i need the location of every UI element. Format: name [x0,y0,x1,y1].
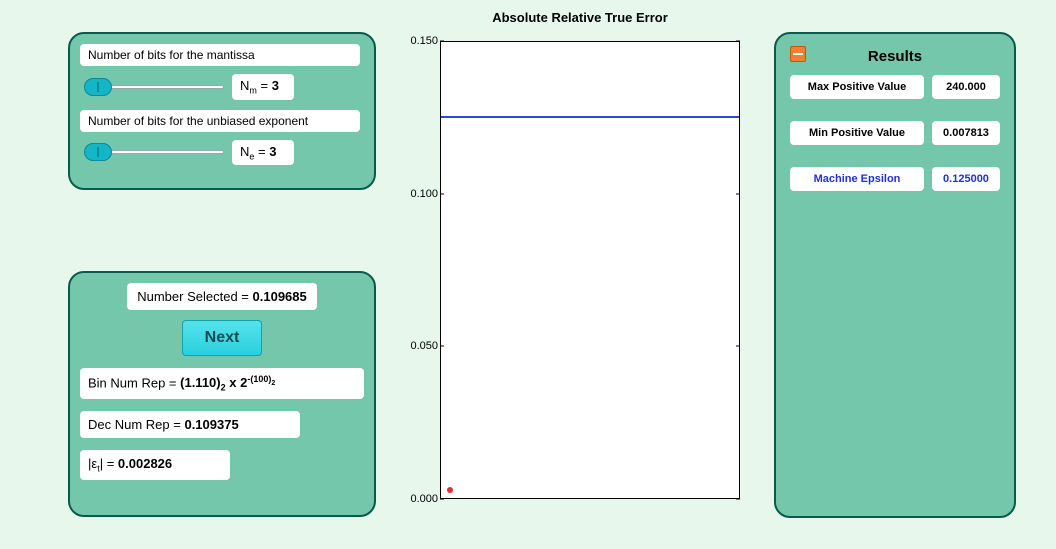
number-selected-value: 0.109685 [253,289,307,304]
y-tick-label: 0.050 [400,340,438,352]
y-tick-label: 0.150 [400,35,438,47]
dec-rep-box: Dec Num Rep = 0.109375 [80,411,300,438]
bin-rep-box: Bin Num Rep = (1.110)2 x 2-(100)2 [80,368,364,399]
mantissa-slider-row: Nm = 3 [80,74,364,100]
min-pos-row: Min Positive Value 0.007813 [786,121,1004,145]
representation-panel: Number Selected = 0.109685 Next Bin Num … [68,271,376,517]
exponent-value-box: Ne = 3 [232,140,294,166]
exponent-slider-thumb[interactable] [84,143,112,161]
epsilon-value: 0.002826 [118,456,172,471]
max-pos-row: Max Positive Value 240.000 [786,75,1004,99]
bin-rep-label: Bin Num Rep = [88,375,177,390]
results-title: Results [868,48,922,65]
mach-eps-label: Machine Epsilon [790,167,924,191]
number-selected-label: Number Selected = [137,289,249,304]
exponent-slider-row: Ne = 3 [80,140,364,166]
dec-rep-value: 0.109375 [184,417,238,432]
y-tick-label: 0.000 [400,493,438,505]
y-tick-label: 0.100 [400,188,438,200]
epsilon-label: |εt| = [88,456,118,471]
max-pos-value: 240.000 [932,75,1000,99]
chart-body: 0.000 0.050 0.100 0.150 [400,29,760,519]
number-selected-box: Number Selected = 0.109685 [127,283,317,310]
max-pos-label: Max Positive Value [790,75,924,99]
min-pos-label: Min Positive Value [790,121,924,145]
parameters-panel: Number of bits for the mantissa Nm = 3 N… [68,32,376,190]
error-point [447,487,453,493]
mantissa-slider[interactable] [84,80,224,94]
min-pos-value: 0.007813 [932,121,1000,145]
chart-area: Absolute Relative True Error 0.0000.0500… [400,10,760,530]
bin-rep-value: (1.110)2 x 2-(100)2 [180,375,275,390]
dec-rep-label: Dec Num Rep = [88,417,181,432]
results-panel: Results Max Positive Value 240.000 Min P… [774,32,1016,518]
exponent-label: Number of bits for the unbiased exponent [80,110,360,132]
plot-frame [440,41,740,499]
exponent-value: 3 [269,144,276,159]
mantissa-label: Number of bits for the mantissa [80,44,360,66]
mantissa-slider-thumb[interactable] [84,78,112,96]
mach-eps-value: 0.125000 [932,167,1000,191]
mantissa-value: 3 [272,78,279,93]
results-header: Results [786,44,1004,75]
epsilon-box: |εt| = 0.002826 [80,450,230,480]
next-button[interactable]: Next [182,320,263,356]
exponent-slider[interactable] [84,145,224,159]
machine-epsilon-line [441,116,739,118]
mantissa-value-box: Nm = 3 [232,74,294,100]
collapse-icon[interactable] [790,46,806,62]
mach-eps-row: Machine Epsilon 0.125000 [786,167,1004,191]
mantissa-var: Nm = [240,78,272,93]
chart-title: Absolute Relative True Error [400,10,760,25]
exponent-var: Ne = [240,144,269,159]
